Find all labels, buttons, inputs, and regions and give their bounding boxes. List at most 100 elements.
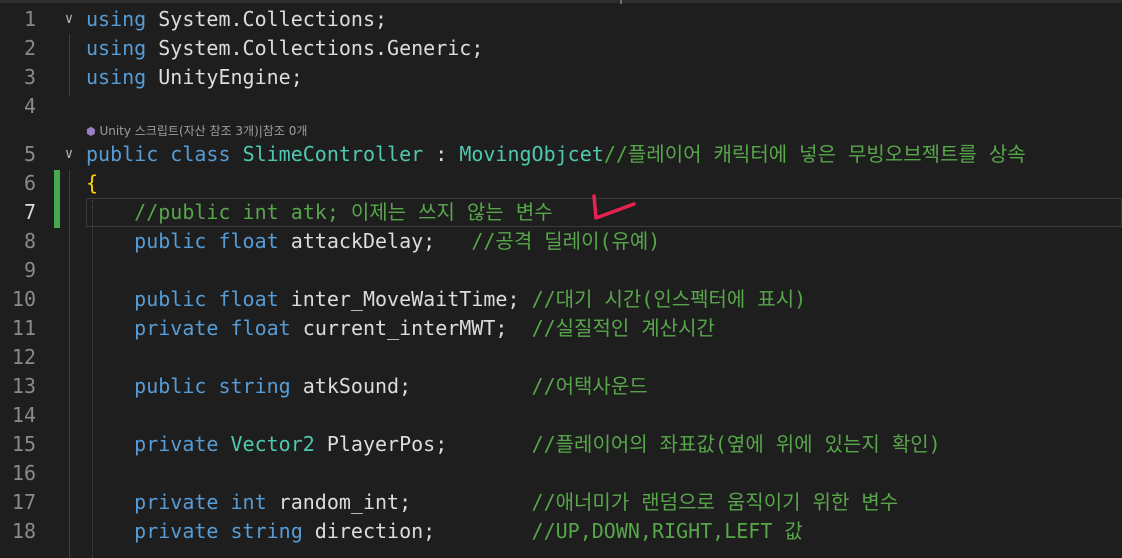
code-text[interactable]: public string atkSound; //어택사운드 — [86, 372, 648, 401]
code-line[interactable]: 11 private float current_interMWT; //실질적… — [0, 314, 1122, 343]
fold-chevron-icon[interactable]: ∨ — [62, 5, 76, 34]
code-keyword: public — [86, 142, 159, 166]
code-keyword: float — [218, 287, 279, 311]
code-type: Vector2 — [230, 432, 315, 456]
code-comment: //플레이어의 좌표값(옆에 위에 있는지 확인) — [531, 432, 941, 456]
code-line[interactable]: 2 using System.Collections.Generic; — [0, 34, 1122, 63]
code-line[interactable]: 18 private string direction; //UP,DOWN,R… — [0, 517, 1122, 546]
code-keyword: using — [86, 36, 147, 60]
line-number: 4 — [23, 94, 36, 118]
code-line[interactable]: 4 — [0, 92, 1122, 121]
code-token: System.Collections; — [146, 7, 388, 31]
code-line[interactable]: 16 — [0, 459, 1122, 488]
code-text[interactable]: public float attackDelay; //공격 딜레이(유예) — [86, 227, 660, 256]
code-keyword: private — [134, 316, 219, 340]
line-number: 10 — [11, 287, 36, 311]
code-token: inter_MoveWaitTime; — [278, 287, 532, 311]
code-line[interactable]: 1 ∨ using System.Collections; — [0, 5, 1122, 34]
code-token: attackDelay; — [278, 229, 472, 253]
code-keyword: float — [230, 316, 291, 340]
code-text[interactable]: //public int atk; 이제는 쓰지 않는 변수 — [86, 198, 553, 227]
code-text[interactable]: private int random_int; //애너미가 랜덤으로 움직이기… — [86, 488, 898, 517]
code-text[interactable]: using System.Collections.Generic; — [86, 34, 483, 63]
line-number: 18 — [11, 519, 36, 543]
red-check-mark-annotation — [592, 194, 636, 220]
code-comment: //어택사운드 — [531, 374, 648, 398]
code-token: UnityEngine; — [146, 65, 303, 89]
code-keyword: float — [218, 229, 279, 253]
code-keyword: public — [134, 374, 207, 398]
code-type: SlimeController — [242, 142, 424, 166]
code-text[interactable]: private Vector2 PlayerPos; //플레이어의 좌표값(옆… — [86, 430, 941, 459]
line-number: 2 — [23, 36, 36, 60]
code-line[interactable]: 9 — [0, 256, 1122, 285]
code-line[interactable]: 8 public float attackDelay; //공격 딜레이(유예) — [0, 227, 1122, 256]
code-comment: //실질적인 계산시간 — [531, 316, 715, 340]
code-keyword: public — [134, 229, 207, 253]
line-number: 8 — [23, 229, 36, 253]
code-token: System.Collections.Generic; — [146, 36, 484, 60]
line-number: 11 — [11, 316, 36, 340]
fold-chevron-icon[interactable]: ∨ — [62, 140, 76, 169]
editor-top-border — [0, 0, 1122, 3]
code-text[interactable]: public class SlimeController : MovingObj… — [86, 140, 1026, 169]
code-keyword: private — [134, 519, 219, 543]
code-line[interactable]: 14 — [0, 401, 1122, 430]
code-line[interactable]: 5 ∨ public class SlimeController : MovingO… — [0, 140, 1122, 169]
code-keyword: int — [230, 490, 267, 514]
line-number: 12 — [11, 345, 36, 369]
code-text[interactable]: private float current_interMWT; //실질적인 계… — [86, 314, 715, 343]
line-number: 1 — [23, 7, 36, 31]
code-keyword: using — [86, 65, 147, 89]
code-line[interactable]: 6{ — [0, 169, 1122, 198]
code-token: atkSound; — [290, 374, 532, 398]
code-keyword: public — [134, 287, 207, 311]
line-number: 5 — [23, 142, 36, 166]
code-comment: //공격 딜레이(유예) — [471, 229, 661, 253]
line-number: 13 — [11, 374, 36, 398]
code-type: MovingObjcet — [459, 142, 604, 166]
code-line[interactable]: 10 public float inter_MoveWaitTime; //대기… — [0, 285, 1122, 314]
code-comment: //플레이어 캐릭터에 넣은 무빙오브젝트를 상속 — [603, 142, 1026, 166]
code-line[interactable]: 7 //public int atk; 이제는 쓰지 않는 변수 — [0, 198, 1122, 227]
code-token: random_int; — [266, 490, 532, 514]
code-line[interactable]: 17 private int random_int; //애너미가 랜덤으로 움… — [0, 488, 1122, 517]
code-comment: //UP,DOWN,RIGHT,LEFT 값 — [531, 519, 803, 543]
code-keyword: private — [134, 432, 219, 456]
line-number: 3 — [23, 65, 36, 89]
code-line[interactable]: 12 — [0, 343, 1122, 372]
code-text[interactable]: private string direction; //UP,DOWN,RIGH… — [86, 517, 803, 546]
code-token: PlayerPos; — [314, 432, 532, 456]
code-text[interactable]: using System.Collections; — [86, 5, 387, 34]
line-number: 6 — [23, 171, 36, 195]
line-number: 7 — [23, 200, 36, 224]
code-line[interactable]: 3 using UnityEngine; — [0, 63, 1122, 92]
code-line[interactable]: 13 public string atkSound; //어택사운드 — [0, 372, 1122, 401]
codelens-references[interactable]: ⬢ Unity 스크립트(자산 참조 3개)|참조 0개 — [86, 124, 307, 139]
code-text[interactable]: { — [86, 169, 98, 198]
line-number: 14 — [11, 403, 36, 427]
scroll-marker — [620, 0, 622, 4]
code-comment: //public int atk; 이제는 쓰지 않는 변수 — [134, 200, 553, 224]
unity-script-icon: ⬢ — [86, 125, 96, 138]
line-number: 9 — [23, 258, 36, 282]
code-text[interactable]: public float inter_MoveWaitTime; //대기 시간… — [86, 285, 806, 314]
line-number: 17 — [11, 490, 36, 514]
code-text[interactable]: using UnityEngine; — [86, 63, 303, 92]
code-comment: //대기 시간(인스펙터에 표시) — [531, 287, 807, 311]
code-keyword: using — [86, 7, 147, 31]
code-keyword: string — [218, 374, 291, 398]
code-editor[interactable]: ⬢ Unity 스크립트(자산 참조 3개)|참조 0개 1 ∨ using Sys… — [0, 0, 1122, 558]
code-line[interactable]: 15 private Vector2 PlayerPos; //플레이어의 좌표… — [0, 430, 1122, 459]
